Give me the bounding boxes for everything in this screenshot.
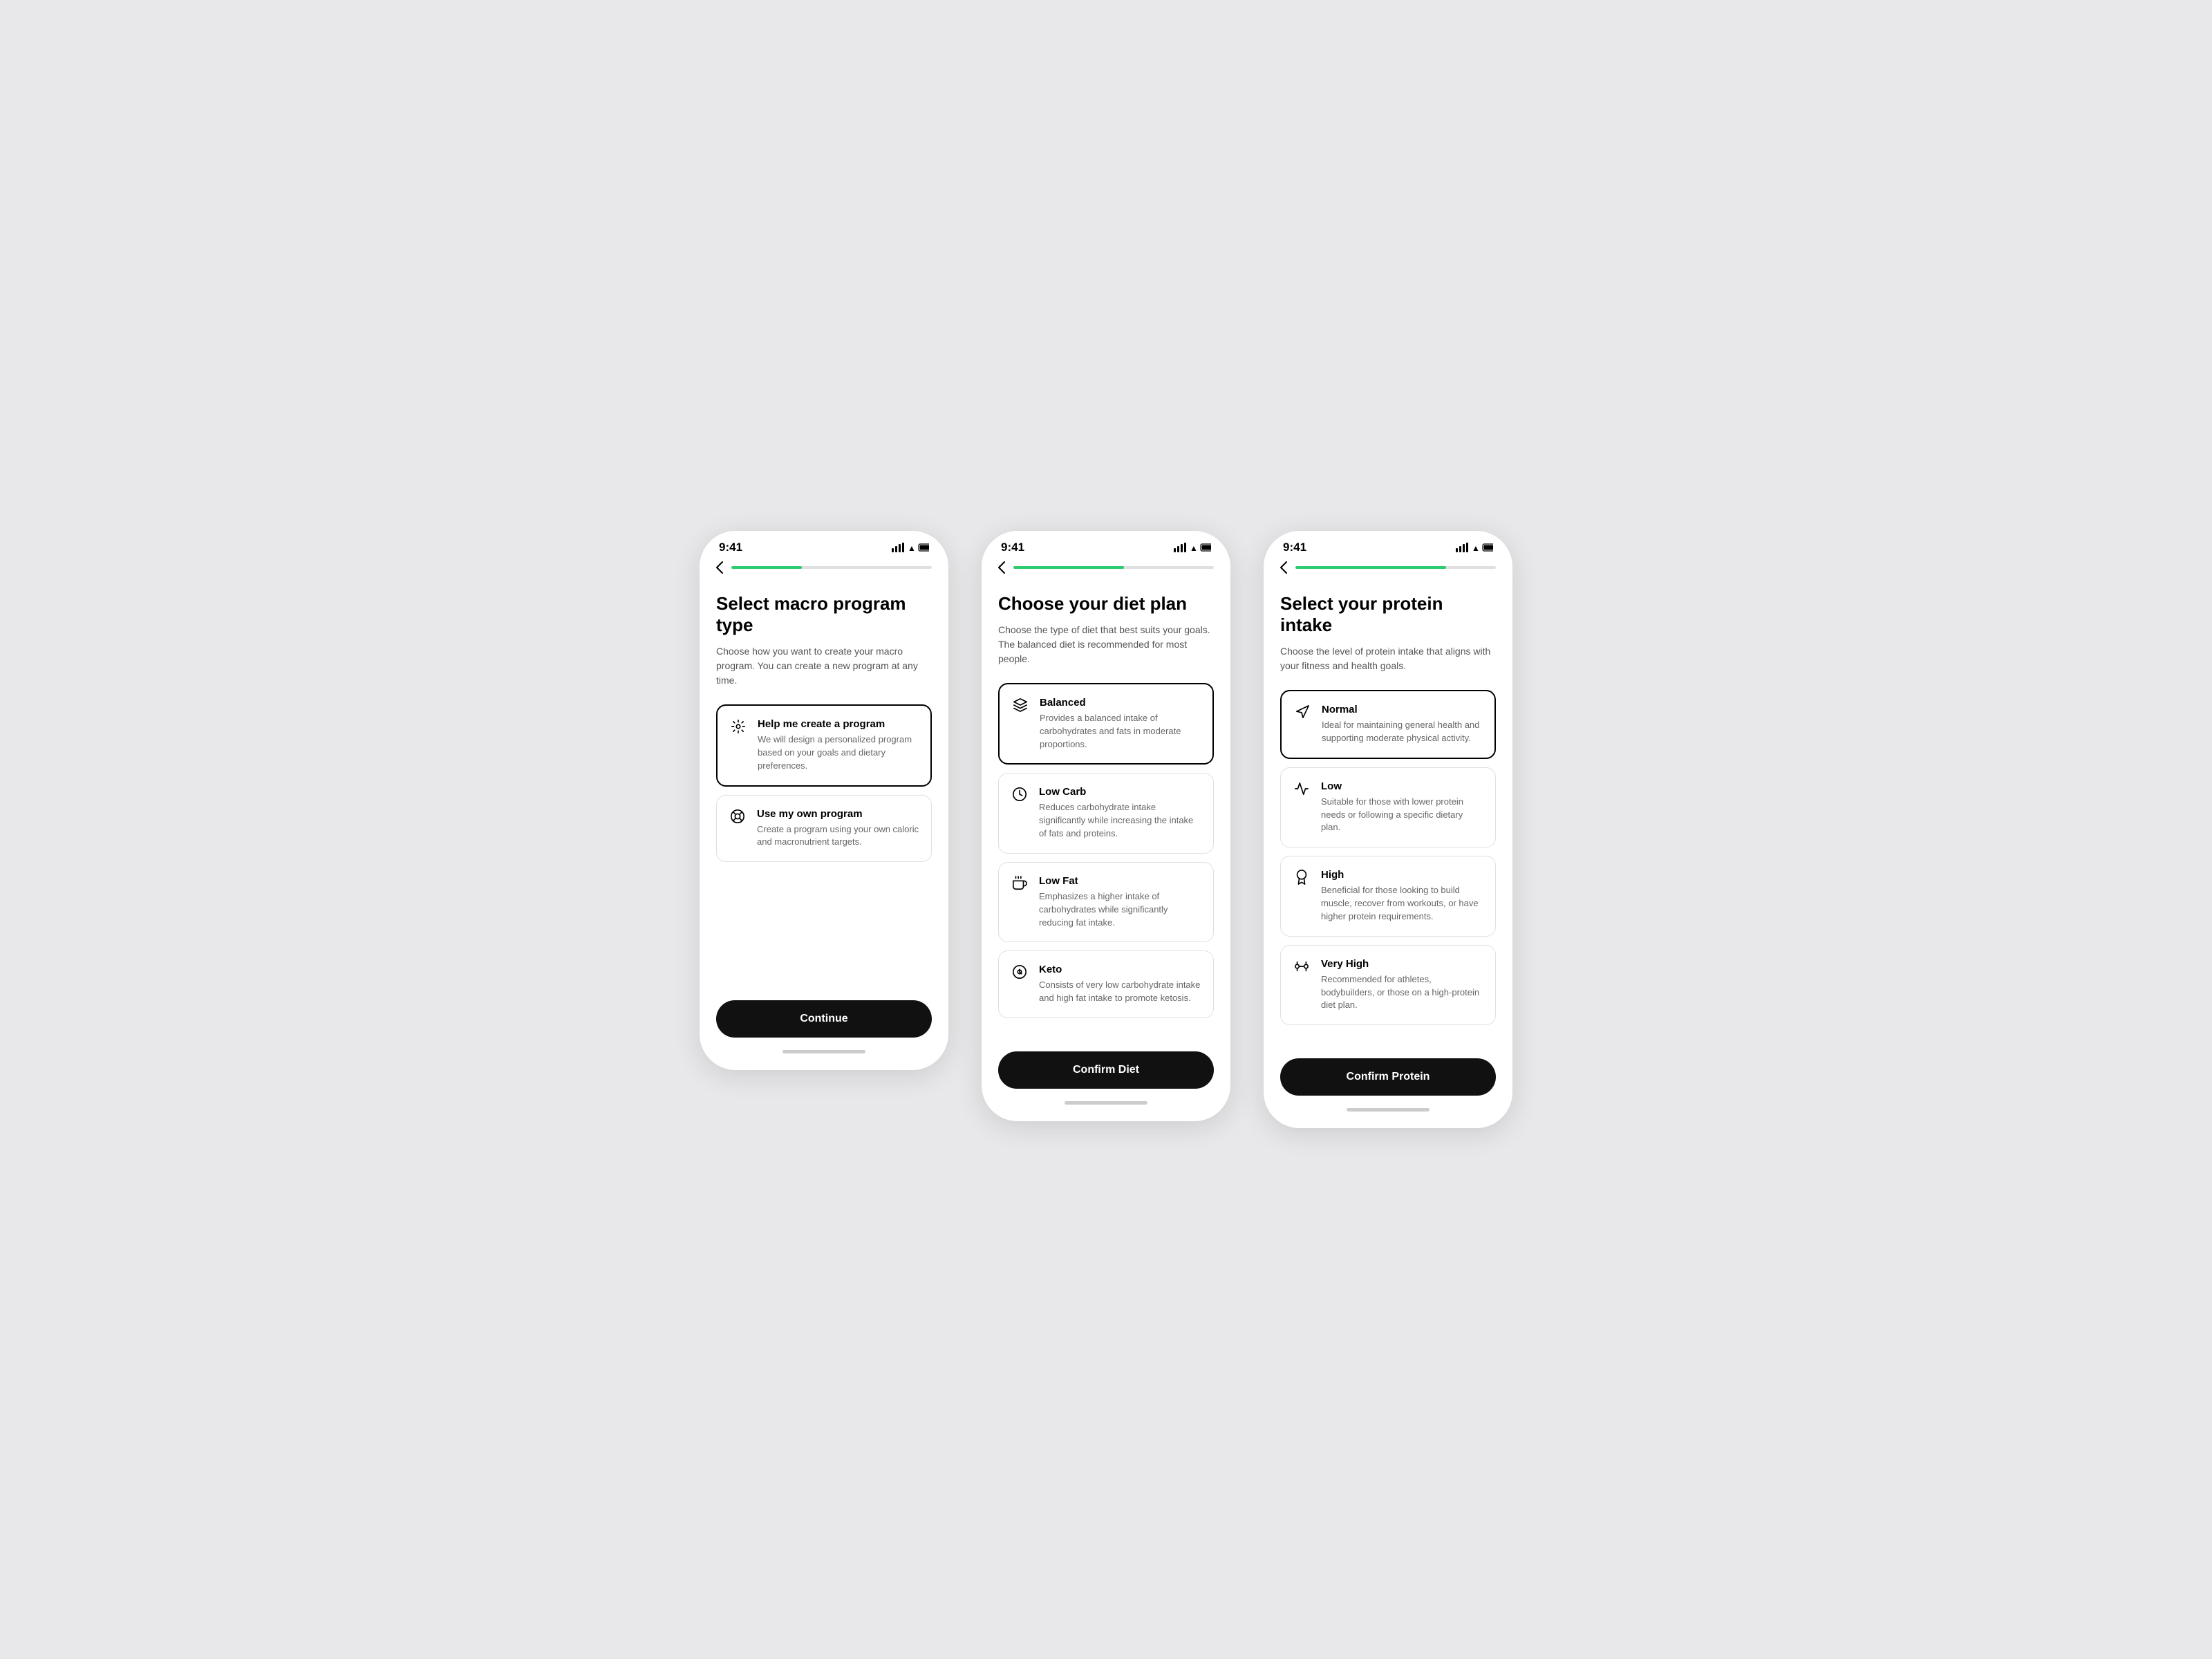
option-text-own-program: Use my own program Create a program using… <box>757 808 920 850</box>
option-text-low-carb: Low Carb Reduces carbohydrate intake sign… <box>1039 786 1202 841</box>
option-desc-very-high: Recommended for athletes, bodybuilders, … <box>1321 973 1484 1013</box>
cta-button[interactable]: Continue <box>716 1000 932 1038</box>
option-icon-own-program <box>728 809 747 828</box>
option-card-help-create[interactable]: Help me create a program We will design a… <box>716 704 932 787</box>
phone-frame-1: 9:41 ▲ Select macro program type Choose h… <box>700 531 948 1070</box>
option-text-very-high: Very High Recommended for athletes, bodyb… <box>1321 958 1484 1013</box>
status-time: 9:41 <box>1283 541 1306 554</box>
option-card-normal[interactable]: Normal Ideal for maintaining general heal… <box>1280 690 1496 759</box>
option-text-normal: Normal Ideal for maintaining general heal… <box>1322 704 1483 745</box>
back-button[interactable] <box>716 561 723 574</box>
option-text-low-fat: Low Fat Emphasizes a higher intake of car… <box>1039 875 1202 930</box>
option-card-high[interactable]: High Beneficial for those looking to buil… <box>1280 856 1496 937</box>
home-indicator <box>1347 1108 1430 1112</box>
option-card-keto[interactable]: Keto Consists of very low carbohydrate in… <box>998 950 1214 1018</box>
svg-text:▲: ▲ <box>908 543 916 552</box>
option-icon-low-fat <box>1010 876 1029 895</box>
status-bar: 9:41 ▲ <box>700 531 948 561</box>
screen-content: Select macro program type Choose how you … <box>700 574 948 989</box>
progress-track <box>1013 566 1214 569</box>
screen-title: Select macro program type <box>716 593 932 636</box>
option-card-own-program[interactable]: Use my own program Create a program using… <box>716 795 932 863</box>
cta-button[interactable]: Confirm Diet <box>998 1051 1214 1089</box>
option-title-help-create: Help me create a program <box>758 718 919 730</box>
screen-subtitle: Choose how you want to create your macro… <box>716 644 932 688</box>
option-text-high: High Beneficial for those looking to buil… <box>1321 869 1484 924</box>
status-bar: 9:41 ▲ <box>1264 531 1512 561</box>
option-title-keto: Keto <box>1039 964 1202 975</box>
status-icons: ▲ <box>1174 543 1211 552</box>
status-icons: ▲ <box>892 543 929 552</box>
progress-track <box>1295 566 1496 569</box>
option-icon-balanced <box>1011 697 1030 717</box>
option-icon-low-carb <box>1010 787 1029 806</box>
option-desc-normal: Ideal for maintaining general health and… <box>1322 719 1483 745</box>
status-bar: 9:41 ▲ <box>982 531 1230 561</box>
progress-bar-container <box>982 561 1230 574</box>
option-card-low-carb[interactable]: Low Carb Reduces carbohydrate intake sign… <box>998 773 1214 854</box>
screens-container: 9:41 ▲ Select macro program type Choose h… <box>700 531 1512 1129</box>
back-button[interactable] <box>1280 561 1287 574</box>
status-time: 9:41 <box>719 541 742 554</box>
cta-button[interactable]: Confirm Protein <box>1280 1058 1496 1096</box>
option-icon-keto <box>1010 964 1029 984</box>
option-icon-help-create <box>729 719 748 738</box>
option-title-normal: Normal <box>1322 704 1483 715</box>
option-card-low-fat[interactable]: Low Fat Emphasizes a higher intake of car… <box>998 862 1214 943</box>
option-desc-own-program: Create a program using your own caloric … <box>757 823 920 850</box>
option-desc-low-fat: Emphasizes a higher intake of carbohydra… <box>1039 890 1202 930</box>
screen-content: Select your protein intake Choose the lev… <box>1264 574 1512 1048</box>
option-text-low: Low Suitable for those with lower protein… <box>1321 780 1484 835</box>
option-title-high: High <box>1321 869 1484 881</box>
svg-text:▲: ▲ <box>1472 543 1480 552</box>
status-icons: ▲ <box>1456 543 1493 552</box>
option-desc-keto: Consists of very low carbohydrate intake… <box>1039 979 1202 1005</box>
back-button[interactable] <box>998 561 1005 574</box>
progress-fill <box>1013 566 1124 569</box>
screen-title: Select your protein intake <box>1280 593 1496 636</box>
progress-track <box>731 566 932 569</box>
progress-bar-container <box>1264 561 1512 574</box>
option-desc-low: Suitable for those with lower protein ne… <box>1321 796 1484 835</box>
option-desc-help-create: We will design a personalized program ba… <box>758 733 919 773</box>
option-icon-very-high <box>1292 959 1311 978</box>
option-card-low[interactable]: Low Suitable for those with lower protein… <box>1280 767 1496 848</box>
progress-fill <box>1295 566 1446 569</box>
screen-content: Choose your diet plan Choose the type of … <box>982 574 1230 1040</box>
option-title-own-program: Use my own program <box>757 808 920 820</box>
option-icon-high <box>1292 870 1311 889</box>
status-time: 9:41 <box>1001 541 1024 554</box>
progress-bar-container <box>700 561 948 574</box>
option-desc-balanced: Provides a balanced intake of carbohydra… <box>1040 712 1201 751</box>
option-title-very-high: Very High <box>1321 958 1484 970</box>
home-indicator <box>1065 1101 1147 1105</box>
option-icon-low <box>1292 781 1311 800</box>
phone-frame-2: 9:41 ▲ Choose your diet plan Choose the t… <box>982 531 1230 1121</box>
option-card-balanced[interactable]: Balanced Provides a balanced intake of ca… <box>998 683 1214 765</box>
option-desc-high: Beneficial for those looking to build mu… <box>1321 884 1484 924</box>
option-title-low-fat: Low Fat <box>1039 875 1202 887</box>
option-desc-low-carb: Reduces carbohydrate intake significantl… <box>1039 801 1202 841</box>
progress-fill <box>731 566 802 569</box>
screen-subtitle: Choose the type of diet that best suits … <box>998 623 1214 666</box>
svg-text:▲: ▲ <box>1190 543 1198 552</box>
phone-frame-3: 9:41 ▲ Select your protein intake Choose … <box>1264 531 1512 1129</box>
option-icon-normal <box>1293 704 1312 724</box>
option-text-help-create: Help me create a program We will design a… <box>758 718 919 773</box>
screen-title: Choose your diet plan <box>998 593 1214 615</box>
option-title-low: Low <box>1321 780 1484 792</box>
option-card-very-high[interactable]: Very High Recommended for athletes, bodyb… <box>1280 945 1496 1026</box>
option-text-balanced: Balanced Provides a balanced intake of ca… <box>1040 697 1201 751</box>
option-title-balanced: Balanced <box>1040 697 1201 709</box>
screen-subtitle: Choose the level of protein intake that … <box>1280 644 1496 673</box>
option-text-keto: Keto Consists of very low carbohydrate in… <box>1039 964 1202 1005</box>
home-indicator <box>782 1050 865 1053</box>
option-title-low-carb: Low Carb <box>1039 786 1202 798</box>
